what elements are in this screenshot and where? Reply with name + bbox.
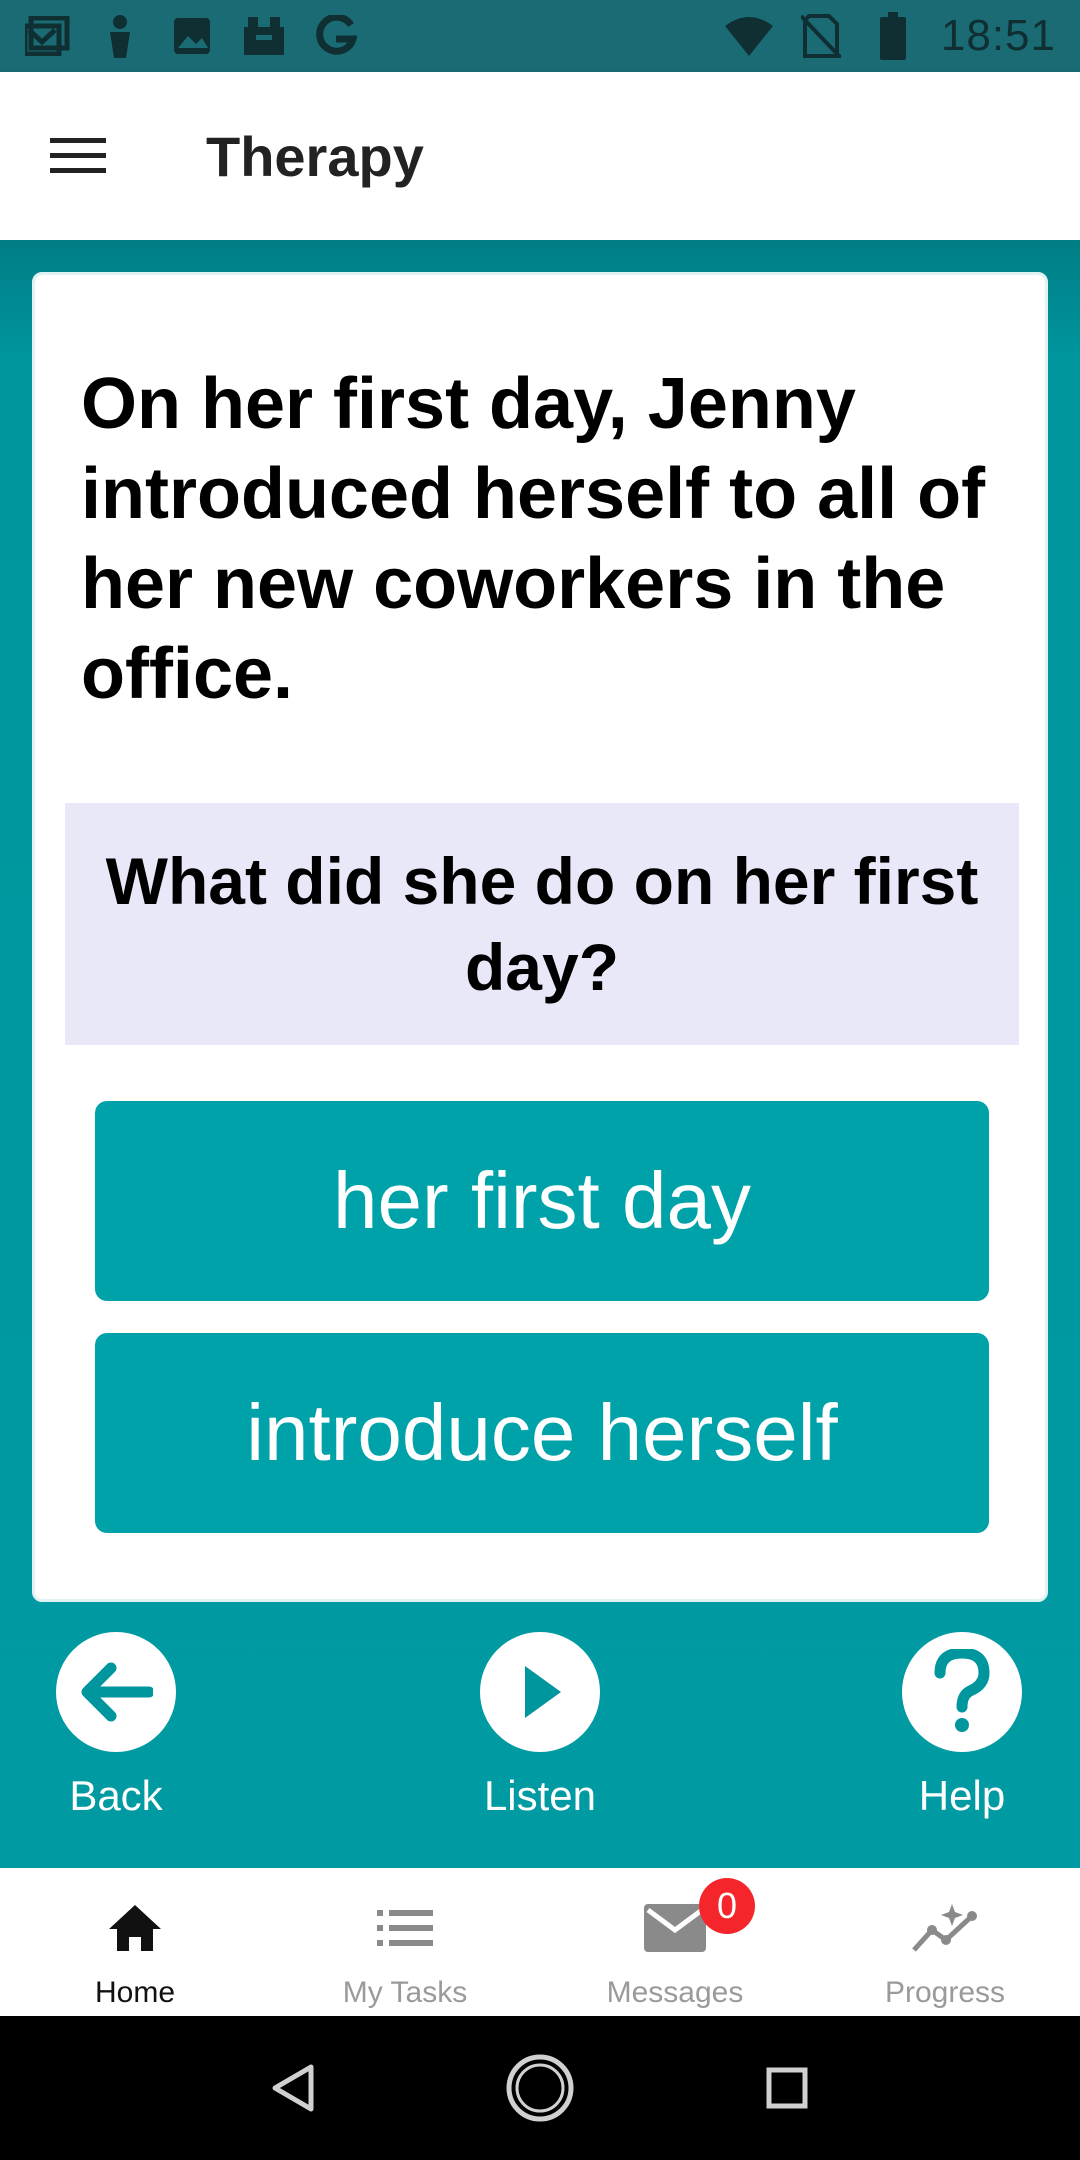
play-icon [480,1632,600,1752]
recents-square-icon[interactable] [747,2048,827,2128]
passage-text: On her first day, Jenny introduced herse… [81,364,986,714]
home-circle-icon[interactable] [500,2048,580,2128]
answer-button-2[interactable]: introduce herself [95,1333,989,1533]
help-label: Help [918,1772,1006,1819]
list-icon [369,1892,441,1964]
wifi-icon [724,12,773,60]
exercise-card: On her first day, Jenny introduced herse… [32,272,1048,1602]
exercise-area: On her first day, Jenny introduced herse… [0,240,1080,1868]
nav-label-progress: Progress [884,1976,1006,2009]
nav-item-my-tasks[interactable]: My Tasks [270,1868,540,2016]
status-left-icons [24,12,360,60]
nav-item-progress[interactable]: Progress [810,1868,1080,2016]
bottom-navigation: Home My Tasks 0 Messages Progress [0,1868,1080,2016]
question-mark-icon [902,1632,1022,1752]
question-box: What did she do on her first day? [65,803,1019,1045]
person-icon [96,12,144,60]
progress-chart-icon [909,1892,981,1964]
status-time: 18:51 [940,11,1056,60]
back-arrow-icon [56,1632,176,1752]
google-icon [312,12,360,60]
answer-button-1[interactable]: her first day [95,1101,989,1301]
hamburger-menu-icon[interactable] [38,116,118,196]
image-icon [168,12,216,60]
status-bar: 18:51 [0,0,1080,72]
app-bar: Therapy [0,72,1080,240]
message-count-badge: 0 [699,1878,755,1934]
nav-item-home[interactable]: Home [0,1868,270,2016]
status-right-icons: 18:51 [724,11,1056,61]
nav-label-my-tasks: My Tasks [342,1976,468,2009]
no-sim-icon [797,12,845,60]
battery-icon [869,12,917,60]
listen-label: Listen [483,1772,597,1819]
nav-label-home: Home [94,1976,176,2009]
nav-item-messages[interactable]: 0 Messages [540,1868,810,2016]
back-button[interactable]: Back [16,1632,216,1852]
help-button[interactable]: Help [862,1632,1062,1852]
nav-label-messages: Messages [606,1976,744,2009]
question-text: What did she do on her first day? [105,844,979,1004]
mail-icon: 0 [639,1878,755,1964]
home-icon [99,1892,171,1964]
box-icon [240,12,288,60]
system-navigation-bar [0,2016,1080,2160]
listen-button[interactable]: Listen [440,1632,640,1852]
back-triangle-icon[interactable] [253,2048,333,2128]
inbox-icon [24,12,72,60]
page-title: Therapy [206,124,424,188]
back-label: Back [69,1772,163,1819]
